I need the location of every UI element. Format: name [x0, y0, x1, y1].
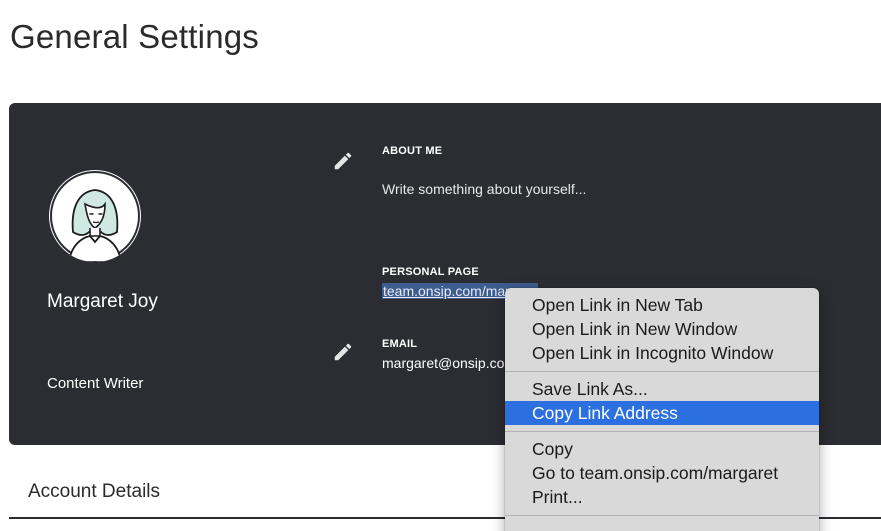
email-label: EMAIL — [382, 338, 418, 350]
menu-print[interactable]: Print... — [505, 485, 819, 509]
page-title: General Settings — [10, 18, 260, 55]
menu-open-new-window[interactable]: Open Link in New Window — [505, 317, 819, 341]
menu-copy-link-address[interactable]: Copy Link Address — [505, 401, 819, 425]
about-me-label: ABOUT ME — [382, 145, 443, 157]
menu-separator — [505, 431, 819, 432]
menu-separator — [505, 515, 819, 516]
menu-save-link-as[interactable]: Save Link As... — [505, 377, 819, 401]
menu-go-to-link[interactable]: Go to team.onsip.com/margaret — [505, 461, 819, 485]
edit-email-pencil-icon[interactable] — [332, 341, 354, 363]
edit-about-pencil-icon[interactable] — [332, 150, 354, 172]
account-details-title: Account Details — [28, 481, 161, 502]
menu-copy[interactable]: Copy — [505, 437, 819, 461]
avatar — [49, 170, 141, 262]
menu-open-incognito[interactable]: Open Link in Incognito Window — [505, 341, 819, 365]
email-value: margaret@onsip.com — [382, 355, 517, 371]
context-menu: Open Link in New Tab Open Link in New Wi… — [505, 288, 819, 531]
about-me-field[interactable]: Write something about yourself... — [382, 181, 586, 197]
menu-separator — [505, 371, 819, 372]
avatar-illustration-icon — [50, 171, 140, 262]
profile-name: Margaret Joy — [47, 291, 158, 312]
personal-page-label: PERSONAL PAGE — [382, 266, 479, 278]
profile-role: Content Writer — [47, 375, 144, 392]
menu-open-new-tab[interactable]: Open Link in New Tab — [505, 293, 819, 317]
